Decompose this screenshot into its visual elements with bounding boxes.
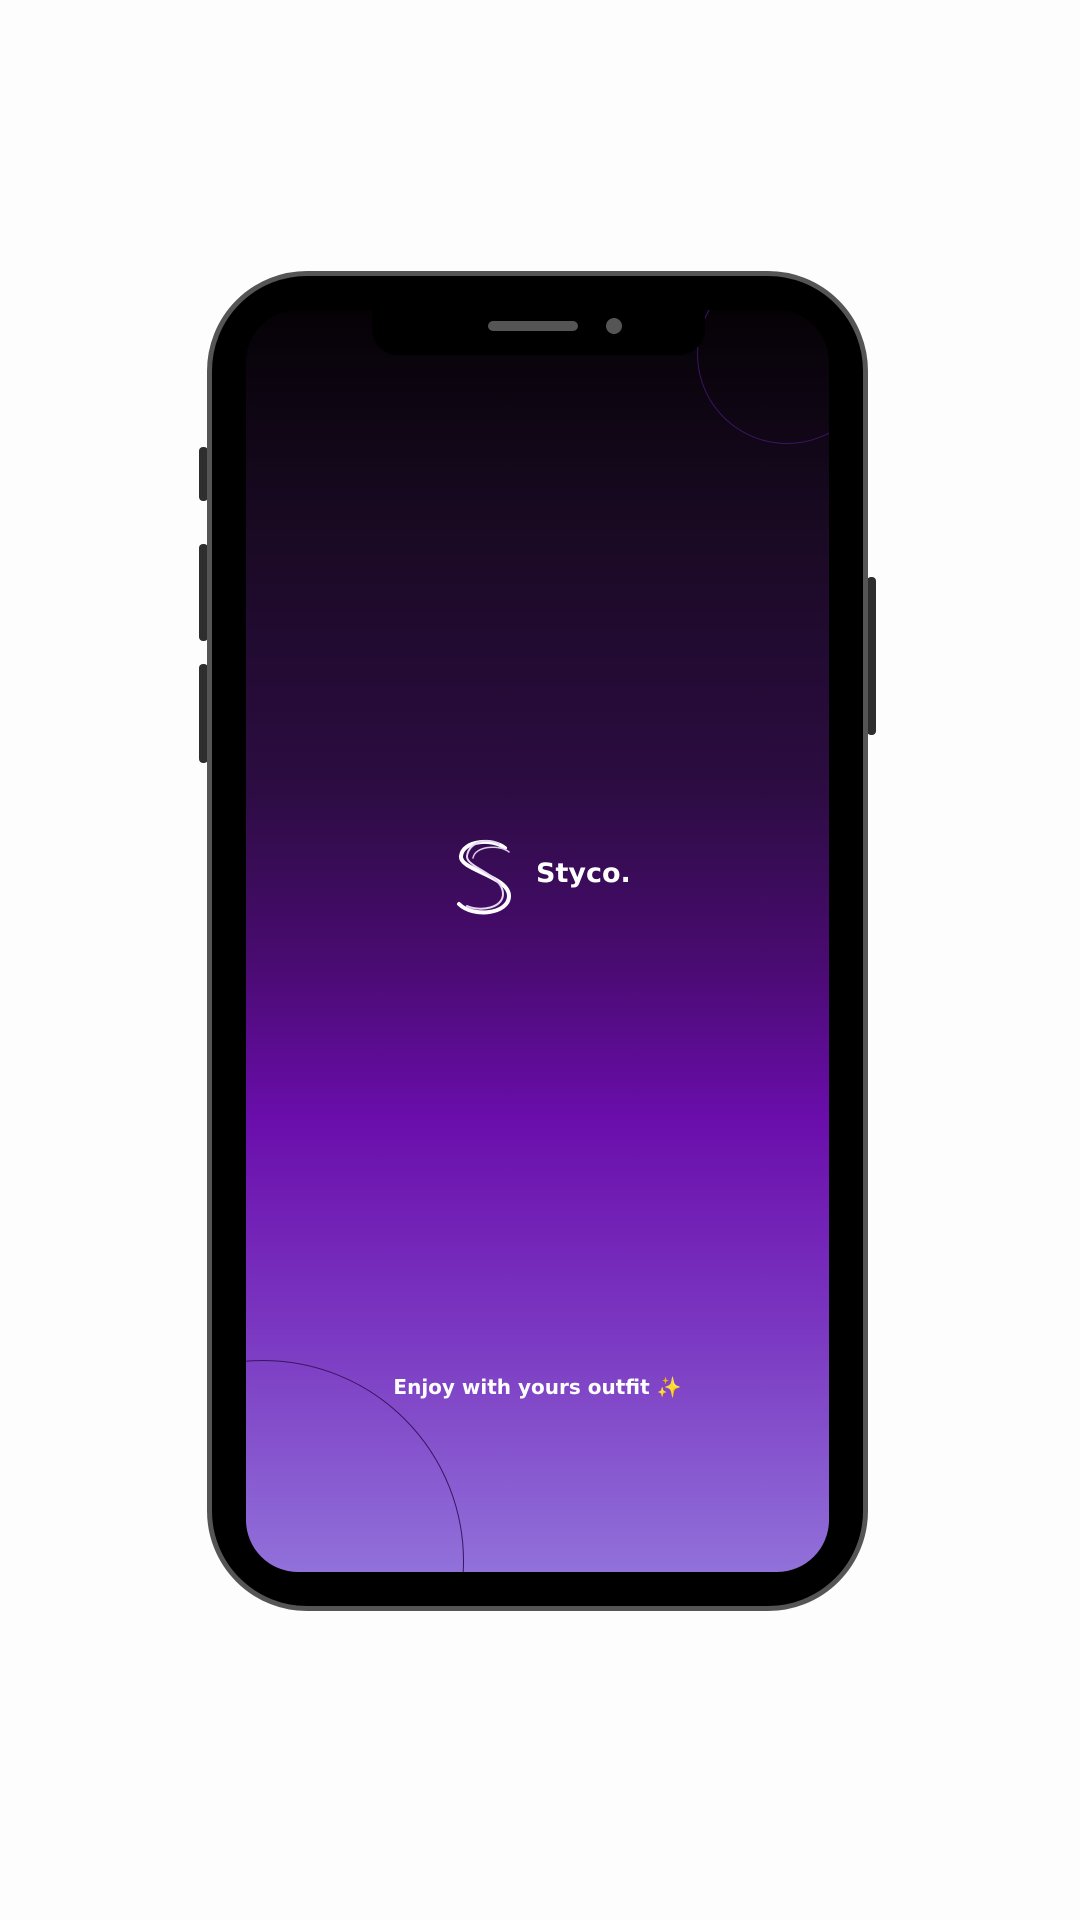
styco-logo-icon (457, 839, 512, 915)
tagline: Enjoy with yours outfit ✨ (246, 1375, 829, 1399)
sparkles-icon: ✨ (656, 1375, 682, 1399)
power-button[interactable] (867, 577, 876, 735)
splash-screen: Styco. Enjoy with yours outfit ✨ (246, 310, 829, 1572)
tagline-text: Enjoy with yours outfit (393, 1375, 650, 1399)
front-camera (606, 318, 622, 334)
decorative-circle-top (697, 310, 829, 444)
brand-name: Styco. (536, 858, 631, 889)
speaker-grille (488, 321, 578, 331)
notch (372, 310, 705, 355)
